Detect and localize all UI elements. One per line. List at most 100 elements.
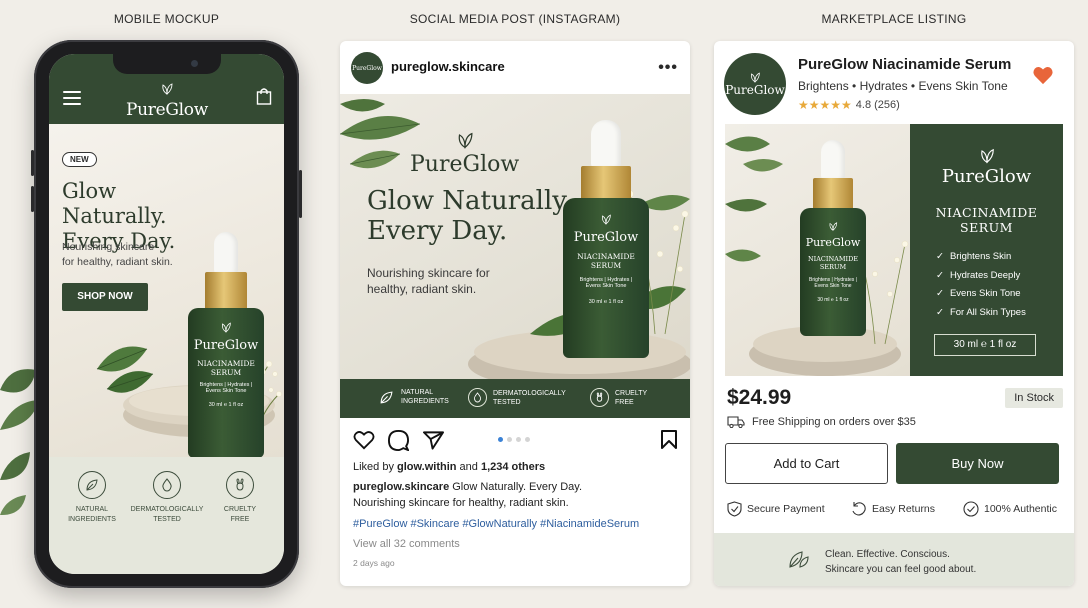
trust-easy-returns: Easy Returns	[851, 501, 935, 517]
post-headline: Glow Naturally. Every Day.	[367, 186, 572, 246]
trust-label: Easy Returns	[872, 503, 936, 515]
product-rating[interactable]: ★★★★★ 4.8 (256)	[798, 98, 900, 112]
post-headline-line1: Glow Naturally.	[367, 186, 572, 216]
column-title-marketplace: MARKETPLACE LISTING	[821, 12, 967, 26]
badge-label-line2: TESTED	[153, 516, 181, 523]
post-subtext: Nourishing skincare for healthy, radiant…	[367, 265, 507, 297]
bottle-benefits-line2: Evens Skin Tone	[814, 283, 852, 289]
store-logo[interactable]: PureGlow	[724, 53, 786, 115]
trust-label: 100% Authentic	[984, 503, 1057, 515]
caption-text: Glow Naturally. Every Day.	[449, 481, 583, 493]
trust-secure-payment: Secure Payment	[727, 501, 825, 517]
badge-label-line1: NATURAL	[75, 506, 109, 513]
mobile-feature-badges: NATURAL INGREDIENTS DERMATOLOGICALLY TES…	[49, 457, 284, 574]
bottle-volume: 30 ml ℮ 1 fl oz	[208, 402, 244, 408]
bookmark-save-icon[interactable]	[661, 430, 677, 449]
badge-label-line2: FREE	[230, 516, 250, 523]
bottle-brand: PureGlow	[193, 338, 259, 353]
store-logo-text: PureGlow	[725, 82, 785, 97]
profile-avatar[interactable]: PureGlow	[351, 52, 383, 84]
bottle-brand: PureGlow	[805, 236, 861, 249]
leaf-icon	[86, 479, 98, 491]
footer-line1: Clean. Effective. Conscious.	[825, 549, 950, 560]
band-label-line1: NATURAL	[401, 389, 434, 396]
band-label-line2: TESTED	[493, 398, 521, 406]
trust-authentic: 100% Authentic	[963, 501, 1057, 517]
product-image[interactable]: PureGlow NIACINAMIDE SERUM Brightens | H…	[725, 124, 1063, 376]
column-title-mobile: MOBILE MOCKUP	[113, 12, 220, 26]
green-leaves	[96, 346, 154, 393]
share-send-icon[interactable]	[423, 430, 444, 450]
post-subtext-line2: healthy, radiant skin.	[367, 282, 477, 296]
phone-volume-button	[31, 150, 34, 176]
badge-natural-ingredients: NATURAL INGREDIENTS	[67, 471, 117, 525]
hamburger-menu-icon[interactable]	[63, 91, 81, 105]
post-actions-bar	[340, 427, 690, 453]
heart-wishlist-icon[interactable]	[1032, 65, 1054, 85]
phone-screen: PureGlow NEW Glow Naturally. Every Day. …	[49, 54, 284, 574]
view-comments-link[interactable]: View all 32 comments	[353, 536, 460, 552]
post-subtext-line1: Nourishing skincare for	[367, 266, 490, 280]
leaf-icon	[380, 391, 393, 403]
phone-mockup: PureGlow NEW Glow Naturally. Every Day. …	[31, 40, 302, 588]
bottle-leaf-icon	[601, 214, 611, 225]
shipping-text: Free Shipping on orders over $35	[752, 416, 916, 428]
truck-icon	[727, 416, 745, 428]
bottle-leaf-icon	[829, 222, 838, 231]
likes-count[interactable]: 1,234 others	[481, 461, 545, 473]
shield-check-icon	[727, 501, 742, 517]
badge-cruelty-free: CRUELTY FREE	[215, 471, 265, 525]
product-price: $24.99	[727, 386, 792, 409]
shopping-bag-icon[interactable]	[256, 87, 272, 105]
mobile-subtext-line1: Nourishing skincare	[62, 241, 155, 253]
panel-title-line2: SERUM	[960, 220, 1013, 235]
post-image[interactable]: PureGlow Glow Naturally. Every Day. Nour…	[340, 94, 690, 418]
new-badge: NEW	[62, 152, 97, 167]
bottle-product-line1: NIACINAMIDE	[577, 252, 635, 261]
badge-dermatologically-tested: DERMATOLOGICALLY TESTED	[126, 471, 208, 525]
leaf-logo-icon	[980, 148, 994, 164]
likes-text: Liked by glow.within and 1,234 others	[353, 459, 545, 475]
phone-volume-button	[31, 186, 34, 212]
comment-icon[interactable]	[388, 430, 409, 451]
brand-footer: Clean. Effective. Conscious. Skincare yo…	[714, 533, 1074, 586]
bottle-product-line2: SERUM	[590, 261, 622, 270]
star-rating-icon: ★★★★★	[798, 98, 852, 112]
mobile-brand-logo[interactable]: PureGlow	[119, 82, 215, 120]
bottle-volume: 30 ml ℮ 1 fl oz	[817, 297, 849, 303]
footer-line2: Skincare you can feel good about.	[825, 564, 977, 575]
product-title: PureGlow Niacinamide Serum	[798, 56, 1012, 73]
post-hashtags[interactable]: #PureGlow #Skincare #GlowNaturally #Niac…	[353, 516, 639, 532]
buy-now-button[interactable]: Buy Now	[896, 443, 1059, 484]
rating-text: 4.8 (256)	[855, 99, 900, 111]
brand-wordmark: PureGlow	[126, 100, 208, 120]
bottle-benefits-line2: Evens Skin Tone	[205, 388, 247, 394]
heart-like-icon[interactable]	[353, 430, 375, 450]
feature-item: For All Skin Types	[936, 304, 1026, 323]
rabbit-icon	[596, 392, 603, 402]
shipping-info: Free Shipping on orders over $35	[727, 416, 916, 428]
post-username[interactable]: pureglow.skincare	[391, 59, 505, 74]
band-label-line1: CRUELTY	[615, 389, 648, 397]
shop-now-button[interactable]: SHOP NOW	[62, 283, 148, 311]
badge-label-line2: INGREDIENTS	[68, 516, 116, 523]
caption-username[interactable]: pureglow.skincare	[353, 481, 449, 493]
check-circle-icon	[963, 501, 979, 517]
leaf-logo-icon	[458, 132, 473, 149]
mobile-subtext: Nourishing skincare for healthy, radiant…	[62, 240, 192, 270]
add-to-cart-button[interactable]: Add to Cart	[725, 443, 888, 484]
liked-by-user[interactable]: glow.within	[397, 461, 456, 473]
feature-item: Brightens Skin	[936, 248, 1026, 267]
bottle-benefits-line2: Evens Skin Tone	[585, 283, 627, 289]
band-label-line1: DERMATOLOGICALLY	[493, 389, 566, 397]
mobile-hero: NEW Glow Naturally. Every Day. Nourishin…	[49, 124, 284, 458]
badge-label-line1: CRUELTY	[223, 506, 257, 513]
panel-brand-wordmark: PureGlow	[941, 166, 1032, 187]
band-item-dermatologically-tested: DERMATOLOGICALLY TESTED	[468, 388, 566, 407]
leaf-icon	[789, 551, 809, 568]
feature-item: Hydrates Deeply	[936, 267, 1026, 286]
serum-bottle: PureGlow NIACINAMIDE SERUM Brightens | H…	[188, 232, 264, 458]
mobile-headline-line1: Glow Naturally.	[62, 179, 167, 228]
more-options-icon[interactable]: •••	[658, 59, 678, 77]
trust-label: Secure Payment	[747, 503, 825, 515]
